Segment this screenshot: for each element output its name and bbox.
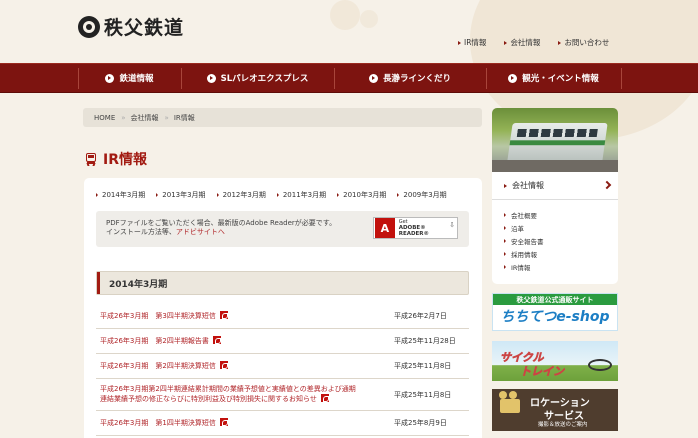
header-decoration-dot [360,10,378,28]
document-link[interactable]: 平成26年3月期第2四半期連結累計期間の業績予想値と実績値との差異および通期連結… [100,385,362,404]
header-decoration-dot [330,0,360,30]
table-row: 平成26年3月期 第1四半期決算短信 平成25年8月9日 [96,411,469,436]
sidebar-item-history[interactable]: 沿革 [504,223,544,233]
year-tab-2011[interactable]: 2011年3月期 [276,190,326,200]
table-row: 平成26年3月期第2四半期連結累計期間の業績予想値と実績値との差異および通期連結… [96,379,469,411]
nav-item-nagatoro[interactable]: 長瀞ラインくだり [334,64,486,92]
arrow-right-icon [504,264,506,269]
breadcrumb-current: IR情報 [173,113,195,122]
circle-arrow-icon [206,73,216,83]
sidebar-item-overview[interactable]: 会社概要 [504,210,544,220]
pdf-notice-text: PDFファイルをご覧いただく場合、最新版のAdobe Readerが必要です。 … [106,219,337,236]
get-adobe-reader-button[interactable]: A Get ADOBE® READER® ⇩ [373,217,458,239]
sidebar-menu: 会社概要 沿革 安全報告書 採用情報 IR情報 [504,210,544,272]
breadcrumb: HOME » 会社情報 » IR情報 [83,108,482,127]
site-logo[interactable]: 秩父鉄道 [78,13,184,40]
breadcrumb-separator-icon: » [121,113,125,122]
year-tab-2010[interactable]: 2010年3月期 [337,190,386,200]
arrow-right-icon [337,193,340,197]
year-tab-2009[interactable]: 2009年3月期 [397,190,447,200]
year-tab-2012[interactable]: 2012年3月期 [216,190,266,200]
circle-arrow-icon [368,73,378,83]
circle-arrow-icon [508,73,518,83]
document-link[interactable]: 平成26年3月期 第1四半期決算短信 [100,418,228,428]
arrow-right-icon [156,193,159,197]
arrow-right-icon [558,40,562,45]
page-title: IR情報 [85,149,147,169]
pdf-icon [219,418,228,426]
arrow-right-icon [504,40,508,45]
nav-item-sl-paleo[interactable]: SLパレオエクスプレス [181,64,334,92]
train-image [507,123,608,161]
adobe-site-link[interactable]: アドビサイトへ [176,228,225,236]
sidebar-heading[interactable]: 会社情報 [492,172,618,200]
arrow-right-icon [458,40,461,45]
arrow-right-icon [504,225,506,230]
logo-emblem-icon [78,15,100,38]
arrow-right-icon [504,183,507,188]
breadcrumb-separator-icon: » [164,113,169,122]
document-date: 平成25年11月8日 [394,390,452,399]
breadcrumb-home[interactable]: HOME [94,114,115,122]
bicycle-icon [588,359,612,371]
pdf-icon [320,394,329,402]
cycle-train-banner[interactable]: サイクル トレイン [492,341,618,381]
document-date: 平成25年8月9日 [394,419,447,427]
year-tab-2013[interactable]: 2013年3月期 [156,190,206,200]
main-panel: 2014年3月期 2013年3月期 2012年3月期 2011年3月期 2010… [84,178,482,438]
year-tab-2014[interactable]: 2014年3月期 [96,190,145,200]
sidebar-item-ir[interactable]: IR情報 [504,262,544,272]
eshop-banner[interactable]: 秩父鉄道公式通販サイト ちちてつe-shop [492,293,618,331]
header-links: IR情報 会社情報 お問い合わせ [458,37,609,48]
pdf-notice: PDFファイルをご覧いただく場合、最新版のAdobe Readerが必要です。 … [96,211,469,247]
document-link[interactable]: 平成26年3月期 第2四半期報告書 [100,336,221,346]
document-link[interactable]: 平成26年3月期 第2四半期決算短信 [100,361,228,371]
train-icon [85,152,97,166]
location-service-banner[interactable]: ロケーション サービス 撮影＆放送のご案内 [492,389,618,431]
arrow-right-icon [397,193,400,197]
header-link-ir[interactable]: IR情報 [458,37,486,48]
download-icon: ⇩ [449,221,455,229]
nav-item-railway[interactable]: 鉄道情報 [78,64,181,92]
logo-text: 秩父鉄道 [104,17,185,39]
nav-item-tourism[interactable]: 観光・イベント情報 [486,64,621,92]
nav-divider [621,68,622,89]
arrow-right-icon [504,238,506,243]
table-row: 平成26年3月期 第2四半期決算短信 平成25年11月8日 [96,354,469,379]
sidebar-menu-box: 会社情報 会社概要 沿革 安全報告書 採用情報 IR情報 [492,172,618,284]
main-nav: 鉄道情報 SLパレオエクスプレス 長瀞ラインくだり 観光・イベント情報 [0,63,698,93]
adobe-reader-icon: A [375,218,395,238]
sidebar-item-recruit[interactable]: 採用情報 [504,249,544,259]
arrow-right-icon [504,251,506,256]
sidebar-item-safety-report[interactable]: 安全報告書 [504,236,544,246]
document-date: 平成26年2月7日 [394,312,447,320]
arrow-right-icon [96,193,98,197]
rails-image [492,160,618,172]
section-heading: 2014年3月期 [96,271,469,295]
table-row: 平成26年3月期 第3四半期決算短信 平成26年2月7日 [96,304,469,329]
arrow-right-icon [216,193,219,197]
sidebar-train-photo [492,108,618,172]
document-date: 平成25年11月8日 [394,362,452,370]
arrow-right-icon [504,212,506,217]
document-link[interactable]: 平成26年3月期 第3四半期決算短信 [100,311,228,321]
document-date: 平成25年11月28日 [394,337,456,345]
pdf-icon [212,336,221,344]
document-table: 平成26年3月期 第3四半期決算短信 平成26年2月7日 平成26年3月期 第2… [96,304,469,436]
table-row: 平成26年3月期 第2四半期報告書 平成25年11月28日 [96,329,469,354]
film-camera-icon [499,391,520,413]
chevron-right-icon [602,180,612,190]
breadcrumb-company[interactable]: 会社情報 [131,113,159,123]
pdf-icon [219,311,228,319]
year-tabs: 2014年3月期 2013年3月期 2012年3月期 2011年3月期 2010… [96,190,447,200]
arrow-right-icon [276,193,279,197]
circle-arrow-icon [105,73,115,83]
pdf-icon [219,361,228,369]
header-link-contact[interactable]: お問い合わせ [558,37,609,48]
header-link-company[interactable]: 会社情報 [504,37,540,48]
